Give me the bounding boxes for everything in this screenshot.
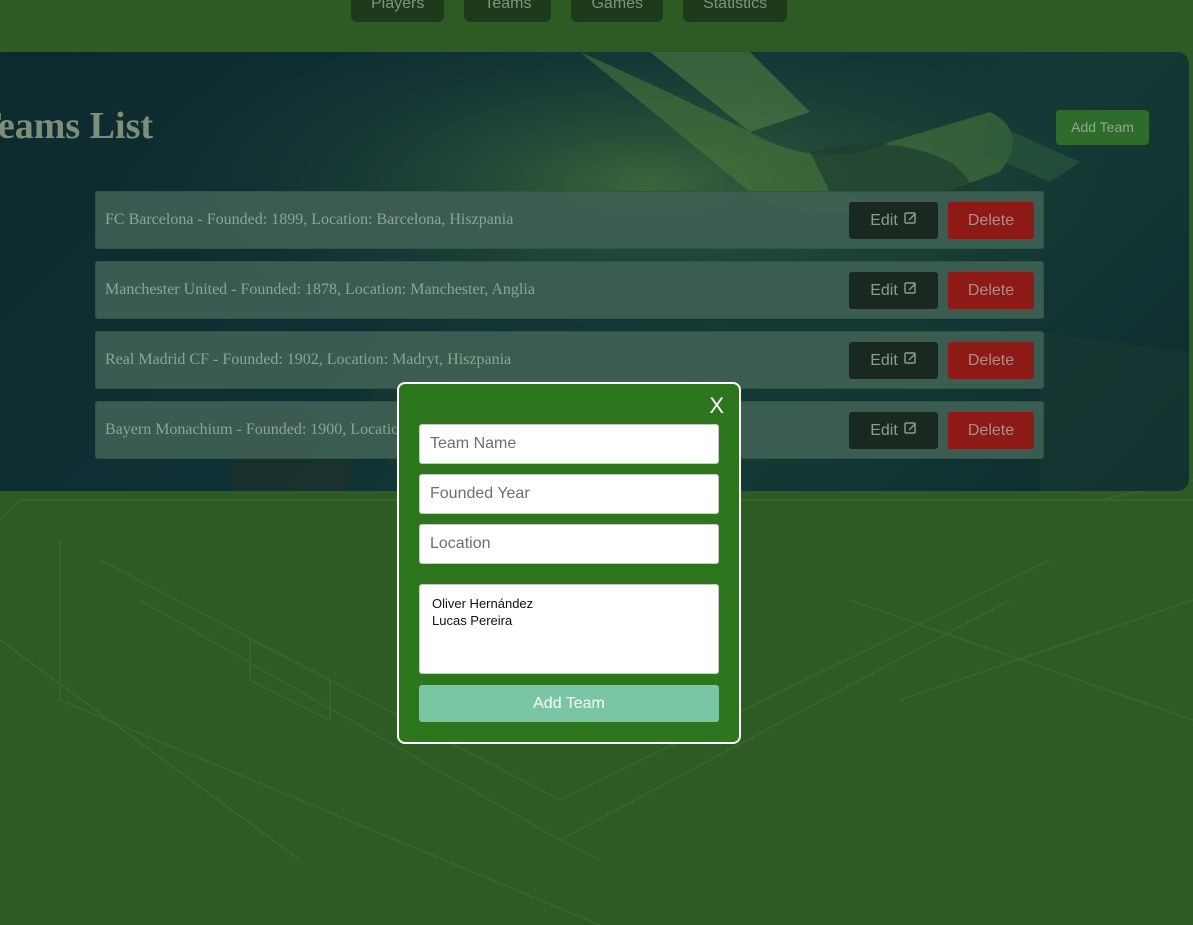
players-select[interactable]: Oliver Hernández Lucas Pereira xyxy=(419,584,719,674)
edit-icon xyxy=(904,341,917,378)
main-nav: Players Teams Games Statistics xyxy=(351,0,788,22)
edit-icon xyxy=(904,271,917,308)
delete-button[interactable]: Delete xyxy=(948,202,1034,239)
submit-add-team-button[interactable]: Add Team xyxy=(419,685,719,722)
edit-label: Edit xyxy=(870,282,898,299)
add-team-modal: X Oliver Hernández Lucas Pereira Add Tea… xyxy=(397,382,741,744)
team-info: FC Barcelona - Founded: 1899, Location: … xyxy=(105,211,514,228)
team-name-input[interactable] xyxy=(419,424,719,464)
team-info: Manchester United - Founded: 1878, Locat… xyxy=(105,281,535,298)
edit-icon xyxy=(904,411,917,448)
edit-button[interactable]: Edit xyxy=(849,272,938,309)
delete-button[interactable]: Delete xyxy=(948,412,1034,449)
nav-teams[interactable]: Teams xyxy=(464,0,552,22)
location-input[interactable] xyxy=(419,524,719,564)
nav-games[interactable]: Games xyxy=(571,0,664,22)
page-title: Teams List xyxy=(0,105,154,147)
team-row: Real Madrid CF - Founded: 1902, Location… xyxy=(95,331,1044,389)
delete-button[interactable]: Delete xyxy=(948,342,1034,379)
team-row: Manchester United - Founded: 1878, Locat… xyxy=(95,261,1044,319)
player-option[interactable]: Lucas Pereira xyxy=(432,612,706,629)
team-info: Real Madrid CF - Founded: 1902, Location… xyxy=(105,351,512,368)
team-row: FC Barcelona - Founded: 1899, Location: … xyxy=(95,191,1044,249)
nav-statistics[interactable]: Statistics xyxy=(683,0,788,22)
delete-button[interactable]: Delete xyxy=(948,272,1034,309)
edit-button[interactable]: Edit xyxy=(849,412,938,449)
nav-players[interactable]: Players xyxy=(351,0,445,22)
edit-label: Edit xyxy=(870,422,898,439)
edit-label: Edit xyxy=(870,212,898,229)
player-option[interactable]: Oliver Hernández xyxy=(432,595,706,612)
edit-icon xyxy=(904,201,917,238)
founded-year-input[interactable] xyxy=(419,474,719,514)
add-team-button[interactable]: Add Team xyxy=(1056,110,1149,145)
close-button[interactable]: X xyxy=(709,393,724,419)
edit-button[interactable]: Edit xyxy=(849,342,938,379)
edit-label: Edit xyxy=(870,352,898,369)
edit-button[interactable]: Edit xyxy=(849,202,938,239)
